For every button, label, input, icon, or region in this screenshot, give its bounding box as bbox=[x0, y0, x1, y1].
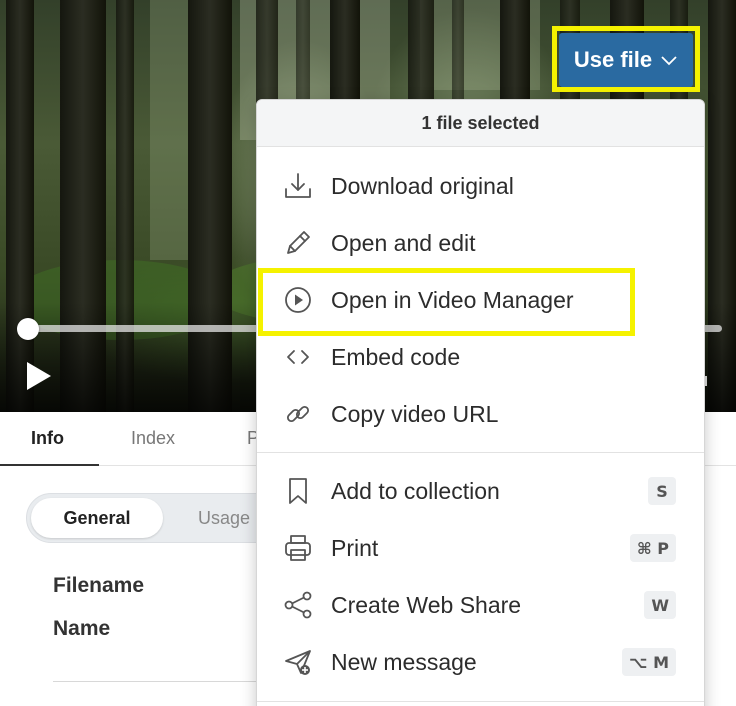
download-icon bbox=[283, 171, 313, 201]
menu-item-copy-video-url[interactable]: Copy video URL bbox=[257, 388, 704, 440]
menu-item-embed-code[interactable]: Embed code bbox=[257, 331, 704, 383]
tab-info[interactable]: Info bbox=[31, 428, 64, 449]
menu-item-label: Copy video URL bbox=[331, 400, 499, 427]
shortcut-badge: W bbox=[644, 591, 676, 619]
shortcut-badge: ⌘ P bbox=[629, 534, 676, 562]
active-tab-indicator bbox=[0, 464, 99, 466]
field-label-filename: Filename bbox=[53, 574, 145, 597]
printer-icon bbox=[283, 533, 313, 563]
menu-item-label: Add to collection bbox=[331, 477, 500, 504]
segment-general[interactable]: General bbox=[31, 498, 163, 538]
code-icon bbox=[283, 342, 313, 372]
menu-item-print[interactable]: Print ⌘ P bbox=[257, 522, 704, 574]
pencil-icon bbox=[283, 228, 313, 258]
field-label-name: Name bbox=[53, 617, 111, 640]
play-icon bbox=[27, 362, 51, 390]
menu-item-open-in-video-manager[interactable]: Open in Video Manager bbox=[257, 274, 704, 326]
play-button[interactable] bbox=[25, 360, 53, 392]
use-file-button[interactable]: Use file bbox=[559, 33, 693, 87]
menu-divider bbox=[257, 701, 704, 702]
use-file-menu: 1 file selected Download original Open a… bbox=[256, 99, 705, 706]
menu-item-label: Download original bbox=[331, 172, 514, 199]
menu-item-label: New message bbox=[331, 648, 477, 675]
menu-item-add-to-collection[interactable]: Add to collection S bbox=[257, 465, 704, 517]
share-icon bbox=[283, 590, 313, 620]
menu-item-create-web-share[interactable]: Create Web Share W bbox=[257, 579, 704, 631]
link-icon bbox=[283, 399, 313, 429]
info-segment-control: General Usage bbox=[26, 493, 286, 543]
menu-item-label: Open in Video Manager bbox=[331, 286, 574, 313]
menu-item-label: Open and edit bbox=[331, 229, 476, 256]
use-file-label: Use file bbox=[573, 47, 653, 72]
shortcut-badge: ⌥ M bbox=[622, 648, 676, 676]
menu-item-label: Embed code bbox=[331, 343, 461, 370]
menu-item-new-message[interactable]: New message ⌥ M bbox=[257, 636, 704, 688]
menu-item-download-original[interactable]: Download original bbox=[257, 160, 704, 212]
chevron-down-icon bbox=[661, 56, 677, 66]
progress-knob[interactable] bbox=[17, 318, 39, 340]
shortcut-badge: S bbox=[648, 477, 676, 505]
menu-item-label: Print bbox=[331, 534, 379, 561]
info-divider bbox=[53, 681, 273, 682]
send-icon bbox=[283, 647, 313, 677]
menu-item-open-and-edit[interactable]: Open and edit bbox=[257, 217, 704, 269]
menu-divider bbox=[257, 452, 704, 453]
menu-item-label: Create Web Share bbox=[331, 591, 522, 618]
play-circle-icon bbox=[283, 285, 313, 315]
menu-header: 1 file selected bbox=[257, 100, 704, 147]
tab-index[interactable]: Index bbox=[131, 428, 175, 449]
bookmark-icon bbox=[283, 476, 313, 506]
